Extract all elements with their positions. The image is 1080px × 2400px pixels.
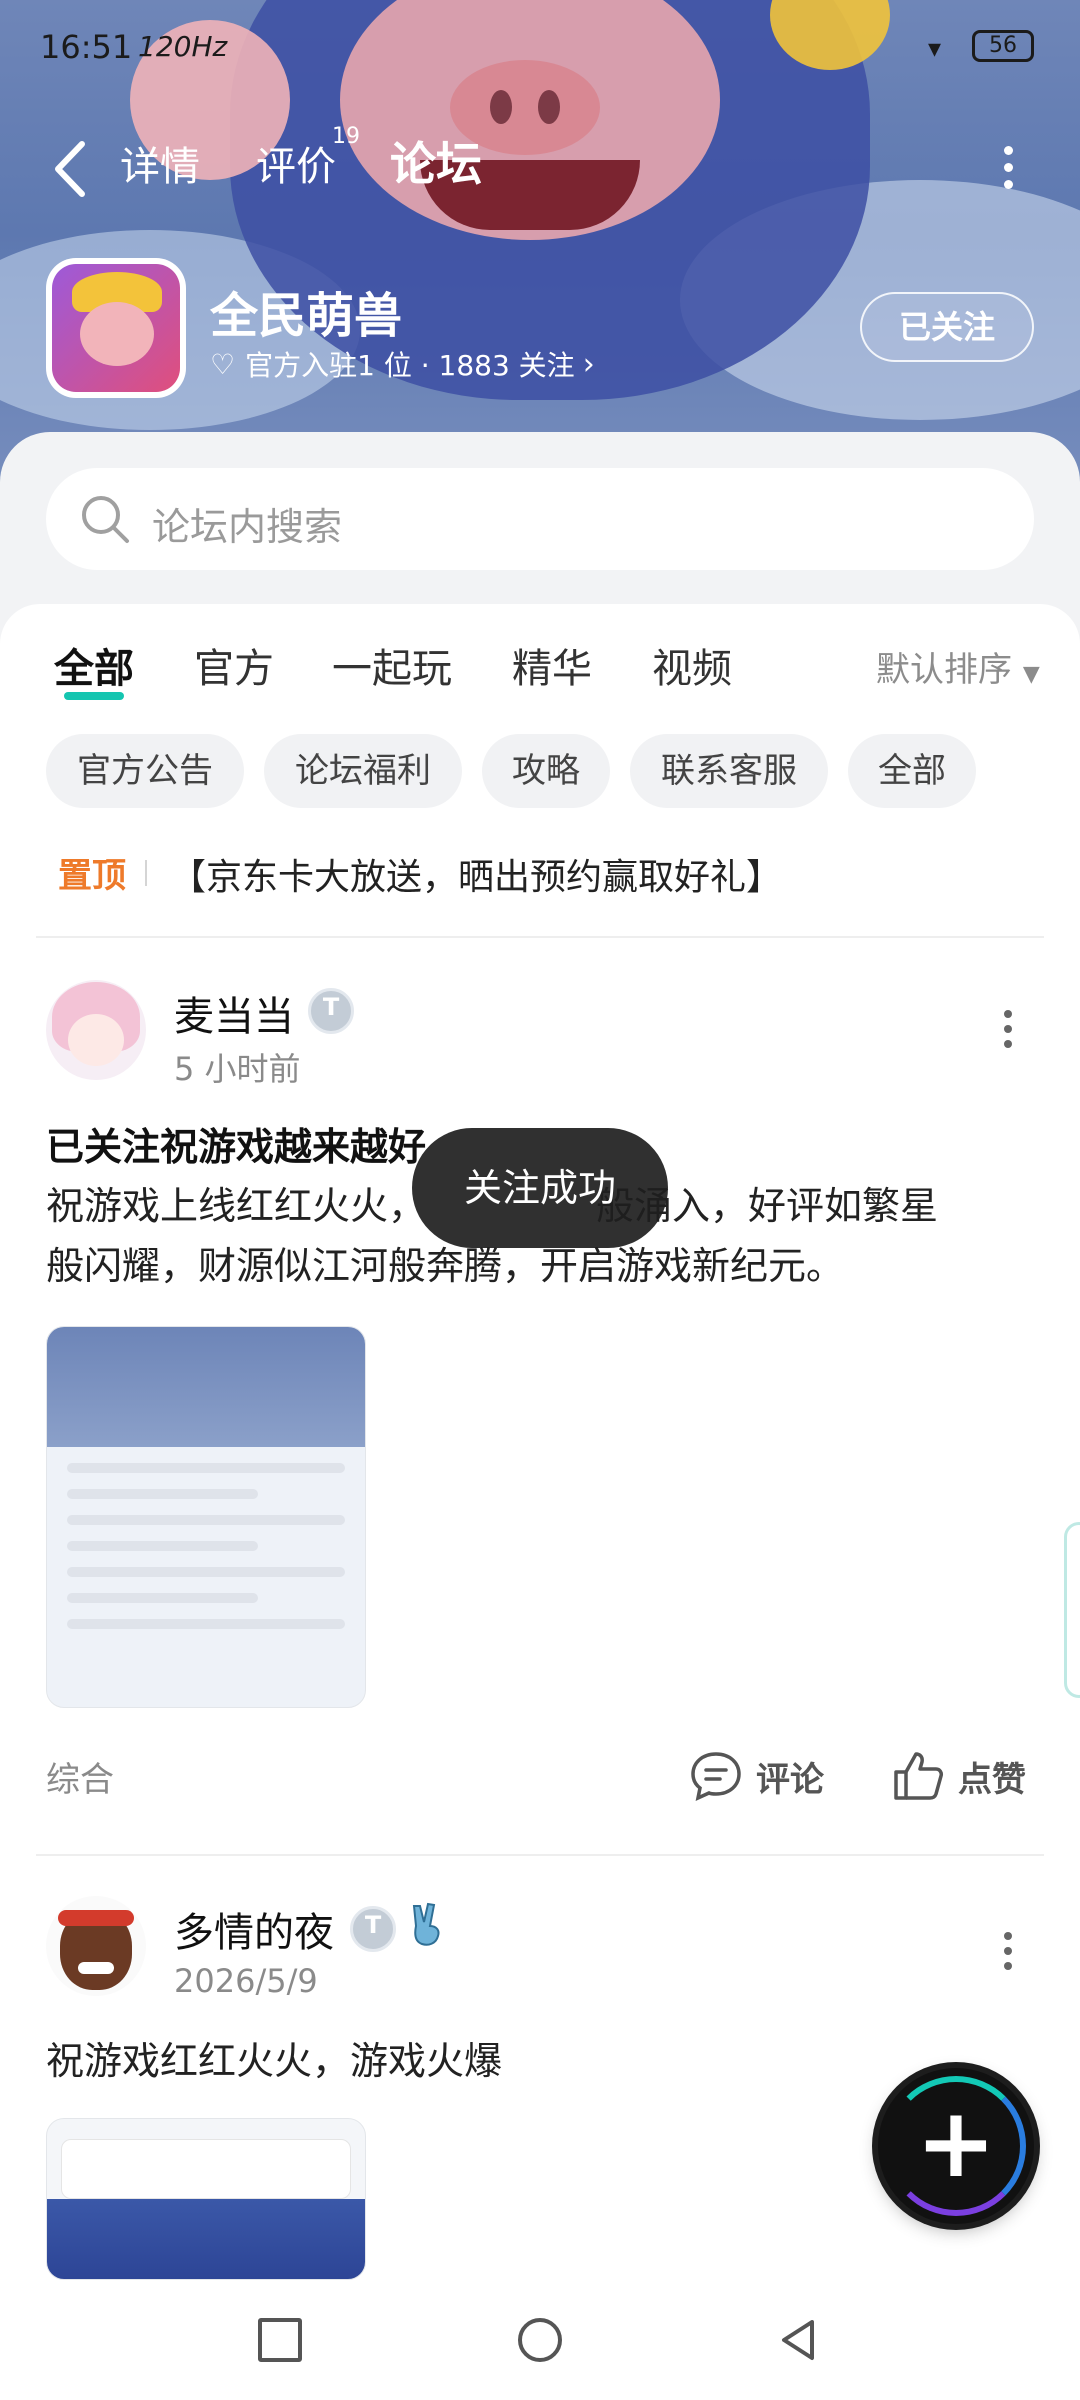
post-category-tag[interactable]: 综合	[46, 1752, 114, 1801]
post-username[interactable]: 多情的夜	[174, 1900, 334, 1958]
comment-label: 评论	[756, 1759, 824, 1800]
tab-featured[interactable]: 精华	[512, 636, 592, 694]
system-navigation-bar	[0, 2282, 1080, 2400]
chip-guides[interactable]: 攻略	[482, 734, 610, 808]
caret-down-icon: ▼	[1022, 662, 1040, 687]
side-floating-tab[interactable]	[1064, 1522, 1080, 1698]
app-icon[interactable]	[46, 258, 186, 398]
tab-play-together[interactable]: 一起玩	[332, 636, 452, 694]
plus-icon: +	[915, 2087, 997, 2199]
comment-button[interactable]: 评论	[688, 1748, 824, 1804]
tab-details[interactable]: 详情	[120, 134, 200, 192]
avatar[interactable]	[46, 980, 146, 1080]
create-post-button[interactable]: +	[878, 2068, 1034, 2224]
app-meta-link[interactable]: ♡ 官方入驻1 位 · 1883 关注 ›	[210, 344, 595, 384]
tab-reviews[interactable]: 评价	[256, 134, 336, 192]
home-button[interactable]	[518, 2318, 562, 2362]
refresh-rate: 120Hz	[138, 30, 228, 63]
more-options-button[interactable]	[996, 146, 1020, 196]
toast-message: 关注成功	[412, 1128, 668, 1248]
status-time: 16:51	[40, 28, 133, 66]
chip-all[interactable]: 全部	[848, 734, 976, 808]
search-input[interactable]: 论坛内搜索	[46, 468, 1034, 570]
comment-icon	[691, 1752, 741, 1802]
back-button[interactable]	[40, 134, 100, 204]
pinned-post-link[interactable]: 【京东卡大放送，晒出预约赢取好礼】	[170, 848, 782, 900]
tab-official[interactable]: 官方	[194, 636, 274, 694]
sort-label: 默认排序	[876, 650, 1012, 690]
chip-customer-service[interactable]: 联系客服	[630, 734, 828, 808]
divider	[36, 1854, 1044, 1856]
post-body-line2: 般闪耀，财源似江河般奔腾，开启游戏新纪元。	[46, 1244, 845, 1288]
post-time: 5 小时前	[174, 1050, 301, 1088]
wifi-icon: ▾	[928, 34, 942, 64]
recent-apps-button[interactable]	[258, 2318, 302, 2362]
app-meta-text: 官方入驻1 位 · 1883 关注	[245, 349, 575, 382]
system-back-button[interactable]	[776, 2318, 820, 2362]
post-time: 2026/5/9	[174, 1962, 318, 2000]
reviews-count: 19	[332, 124, 360, 149]
status-bar: 16:51 120Hz ▾ 56	[0, 0, 1080, 90]
like-label: 点赞	[958, 1759, 1026, 1800]
verified-badge-icon	[350, 1906, 396, 1952]
post-more-button[interactable]	[1000, 1010, 1016, 1058]
divider	[36, 936, 1044, 938]
chip-forum-benefits[interactable]: 论坛福利	[264, 734, 462, 808]
app-name[interactable]: 全民萌兽	[210, 276, 402, 346]
post-more-button[interactable]	[1000, 1932, 1016, 1980]
post-body-line1: 祝游戏上线红红火火，	[46, 1184, 427, 1228]
victory-hand-icon	[412, 1902, 440, 1946]
search-icon	[82, 496, 129, 543]
battery-indicator: 56	[972, 30, 1034, 62]
post-username[interactable]: 麦当当	[174, 984, 294, 1042]
post-body[interactable]: 祝游戏红红火火，游戏火爆	[46, 2030, 502, 2085]
back-arrow-icon	[55, 141, 85, 197]
avatar[interactable]	[46, 1896, 146, 1996]
tab-forum[interactable]: 论坛	[390, 128, 482, 198]
verified-badge-icon	[308, 988, 354, 1034]
thumbs-up-icon	[894, 1752, 943, 1800]
follow-button[interactable]: 已关注	[860, 292, 1034, 362]
tab-videos[interactable]: 视频	[652, 636, 732, 694]
like-button[interactable]: 点赞	[890, 1748, 1026, 1804]
search-placeholder: 论坛内搜索	[152, 505, 343, 549]
pinned-divider	[145, 860, 147, 886]
chip-official-announcements[interactable]: 官方公告	[46, 734, 244, 808]
diamond-icon: ♡	[210, 347, 236, 381]
sort-dropdown[interactable]: 默认排序 ▼	[876, 642, 1040, 691]
tab-all[interactable]: 全部	[54, 636, 134, 700]
chevron-right-icon: ›	[582, 346, 595, 382]
post-title[interactable]: 已关注祝游戏越来越好	[46, 1116, 426, 1171]
pinned-label: 置顶	[58, 856, 126, 896]
top-nav: 详情 评价 19 论坛	[0, 110, 1080, 220]
post-image[interactable]	[46, 2118, 366, 2280]
post-image[interactable]	[46, 1326, 366, 1708]
